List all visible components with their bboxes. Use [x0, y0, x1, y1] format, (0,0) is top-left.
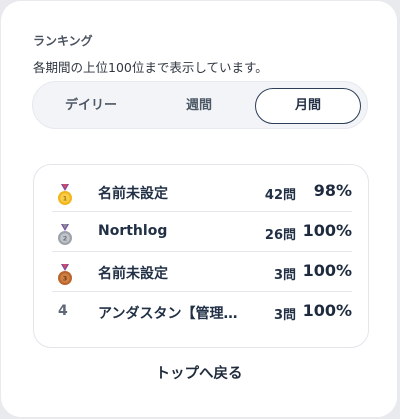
tab-daily[interactable]: デイリー — [39, 88, 143, 124]
ranking-list: 1 名前未設定 42問 98% 2 Northlog 26問 100% 3 名前… — [33, 164, 369, 348]
svg-text:3: 3 — [63, 275, 68, 283]
silver-medal-icon: 2 — [58, 224, 72, 245]
ranking-card: ランキング 各期間の上位100位まで表示しています。 デイリー 週間 月間 1 … — [1, 1, 397, 417]
question-count: 26問 — [264, 228, 296, 243]
question-count: 3問 — [273, 308, 296, 323]
tab-weekly[interactable]: 週間 — [147, 88, 251, 124]
accuracy-rate: 98% — [313, 181, 352, 200]
user-name: アンダスタン【管理… — [98, 306, 238, 322]
accuracy-rate: 100% — [302, 301, 352, 320]
section-title: ランキング — [33, 34, 93, 48]
bronze-medal-icon: 3 — [58, 264, 72, 285]
user-name: 名前未設定 — [98, 266, 168, 282]
rank-number: 4 — [58, 303, 68, 319]
ranking-row: 4 アンダスタン【管理… 3問 100% — [52, 292, 352, 332]
section-description: 各期間の上位100位まで表示しています。 — [33, 60, 268, 75]
back-to-top-link[interactable]: トップへ戻る — [1, 362, 397, 383]
user-name: 名前未設定 — [98, 186, 168, 202]
user-name: Northlog — [98, 223, 168, 239]
accuracy-rate: 100% — [302, 221, 352, 240]
ranking-row: 3 名前未設定 3問 100% — [52, 252, 352, 292]
tab-monthly[interactable]: 月間 — [255, 88, 361, 124]
gold-medal-icon: 1 — [58, 184, 72, 205]
question-count: 42問 — [264, 188, 296, 203]
svg-text:2: 2 — [63, 235, 68, 243]
question-count: 3問 — [273, 268, 296, 283]
ranking-row: 2 Northlog 26問 100% — [52, 212, 352, 252]
accuracy-rate: 100% — [302, 261, 352, 280]
svg-text:1: 1 — [63, 195, 68, 203]
period-tabs: デイリー 週間 月間 — [32, 81, 368, 129]
ranking-row: 1 名前未設定 42問 98% — [52, 172, 352, 212]
